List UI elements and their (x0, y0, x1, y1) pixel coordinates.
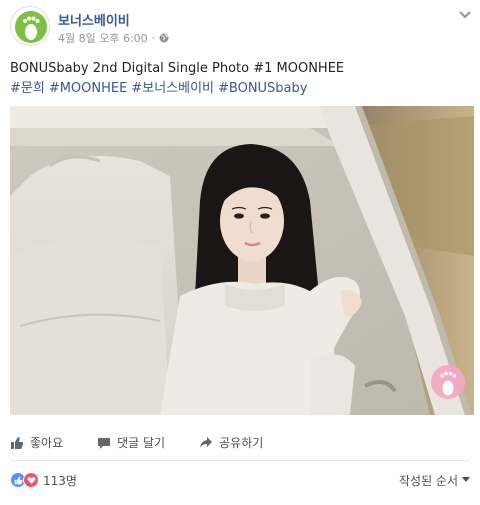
comment-button[interactable]: 댓글 달기 (97, 434, 165, 451)
watermark-footprint (431, 365, 465, 399)
caption-text: BONUSbaby 2nd Digital Single Photo #1 MO… (10, 61, 345, 76)
love-reaction-icon (23, 472, 39, 488)
post-caption: BONUSbaby 2nd Digital Single Photo #1 MO… (10, 59, 470, 99)
comment-sort-dropdown[interactable]: 작성된 순서 (399, 472, 470, 489)
reaction-count[interactable]: 113명 (43, 472, 77, 489)
comment-label: 댓글 달기 (117, 436, 166, 450)
share-label: 공유하기 (219, 436, 264, 450)
comment-icon (98, 437, 111, 449)
share-arrow-icon (200, 436, 213, 448)
globe-icon (159, 33, 169, 43)
hashtag-list: #문희 #MOONHEE #보너스베이비 #BONUSbaby (10, 79, 470, 99)
post-action-bar: 좋아요 댓글 달기 공유하기 (10, 425, 470, 461)
reactions-row: 113명 작성된 순서 (10, 466, 470, 494)
share-button[interactable]: 공유하기 (199, 434, 263, 451)
sort-label: 작성된 순서 (398, 473, 458, 488)
post-meta: 4월 8일 오후 6:00 · (58, 30, 169, 46)
like-button[interactable]: 좋아요 (10, 434, 63, 451)
facebook-post: 보너스베이비 4월 8일 오후 6:00 · BONUSbaby 2nd Dig… (0, 0, 480, 505)
like-label: 좋아요 (30, 436, 64, 450)
page-avatar[interactable] (10, 6, 50, 46)
reaction-icons[interactable] (10, 472, 39, 488)
post-header: 보너스베이비 4월 8일 오후 6:00 · (10, 6, 472, 50)
chevron-down-icon[interactable] (458, 10, 472, 20)
thumbs-up-icon (11, 436, 24, 449)
hashtag-link[interactable]: #문희 (10, 79, 45, 99)
hashtag-link[interactable]: #보너스베이비 (131, 79, 214, 99)
post-timestamp[interactable]: 4월 8일 오후 6:00 (58, 30, 148, 46)
post-photo[interactable] (10, 106, 474, 415)
car-window-portrait-image (10, 106, 474, 415)
hashtag-link[interactable]: #MOONHEE (49, 79, 128, 99)
caret-down-icon (462, 477, 470, 482)
page-name-link[interactable]: 보너스베이비 (58, 10, 130, 29)
footprint-logo-icon (12, 8, 49, 45)
hashtag-link[interactable]: #BONUSbaby (218, 79, 307, 99)
meta-separator: · (151, 31, 156, 45)
